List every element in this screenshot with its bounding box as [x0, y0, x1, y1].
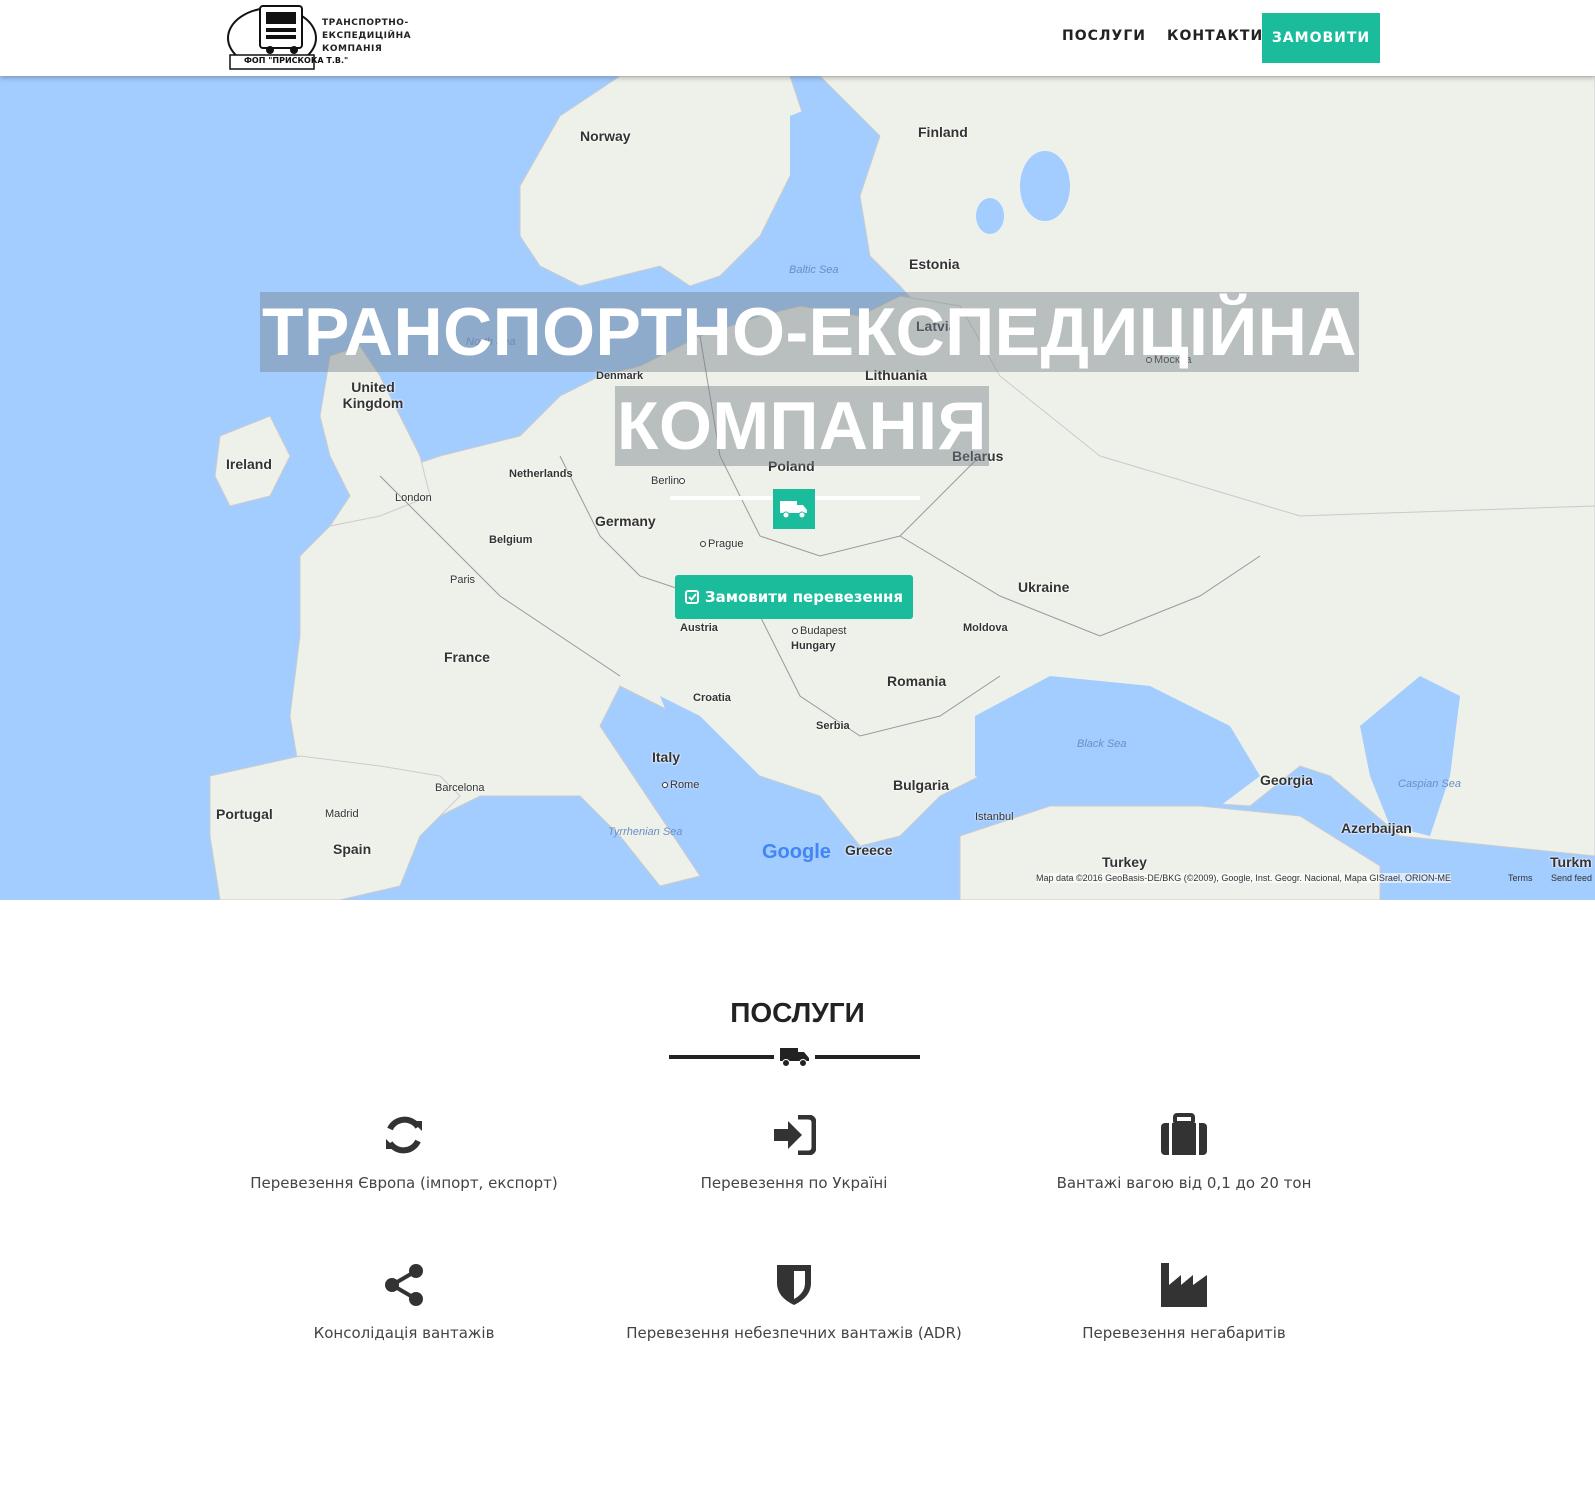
check-square-icon	[684, 590, 699, 604]
service-label: Перевезення негабаритів	[1082, 1324, 1286, 1342]
nav-link-contacts[interactable]: КОНТАКТИ	[1167, 28, 1263, 44]
services-divider-right	[815, 1055, 920, 1059]
truck-icon	[780, 1048, 809, 1067]
map-city-berlin: Berlin	[651, 475, 687, 487]
map-sea-caspian: Caspian Sea	[1398, 778, 1461, 790]
order-transport-button[interactable]: Замовити перевезення	[675, 575, 913, 619]
map-label-france: France	[444, 649, 490, 665]
map-label-bulgaria: Bulgaria	[893, 777, 950, 793]
city-dot-icon	[700, 541, 706, 548]
hero-truck-badge	[773, 489, 815, 529]
map-city-istanbul: Istanbul	[975, 811, 1014, 823]
map-label-uk: United Kingdom	[342, 379, 404, 411]
sign-in-icon	[584, 1110, 1004, 1160]
service-label: Перевезення небезпечних вантажів (ADR)	[626, 1324, 962, 1342]
nav-link-services[interactable]: ПОСЛУГИ	[1062, 28, 1146, 44]
logo-badge: ФОП "ПРИСКОКА Т.В."	[244, 56, 349, 65]
map-label-germany: Germany	[595, 513, 656, 529]
map-label-netherlands: Netherlands	[509, 468, 573, 480]
hero-map[interactable]: Norway Finland Estonia Latvia Lithuania …	[0, 76, 1595, 900]
services-title: ПОСЛУГИ	[730, 997, 865, 1028]
services-truck-icon	[780, 1046, 810, 1073]
logo-text: ТРАНСПОРТНО- ЕКСПЕДИЦІЙНА КОМПАНІЯ	[322, 18, 412, 54]
map-attribution: Map data ©2016 GeoBasis-DE/BKG (©2009), …	[1036, 873, 1451, 883]
nav-order-button[interactable]: ЗАМОВИТИ	[1262, 13, 1380, 63]
map-label-romania: Romania	[887, 673, 947, 689]
map-city-barcelona: Barcelona	[435, 782, 485, 794]
map-label-belgium: Belgium	[489, 534, 533, 546]
industry-icon	[974, 1260, 1394, 1310]
map-label-moldova: Moldova	[963, 622, 1008, 634]
map-terms-link[interactable]: Terms	[1508, 873, 1533, 883]
hero-divider-left	[670, 496, 773, 500]
service-label: Перевезення по Україні	[700, 1174, 888, 1192]
map-sea-baltic: Baltic Sea	[789, 264, 839, 276]
briefcase-icon	[974, 1110, 1394, 1160]
map-city-london: London	[395, 492, 432, 504]
map-sea-black: Black Sea	[1077, 738, 1127, 750]
map-label-hungary: Hungary	[791, 640, 836, 652]
service-item: Вантажі вагою від 0,1 до 20 тон	[974, 1110, 1394, 1192]
company-logo[interactable]: ФОП "ПРИСКОКА Т.В." ТРАНСПОРТНО- ЕКСПЕДИ…	[224, 2, 411, 72]
service-item: Перевезення по Україні	[584, 1110, 1004, 1192]
map-label-italy: Italy	[652, 749, 681, 765]
map-city-madrid: Madrid	[325, 808, 359, 820]
refresh-icon	[194, 1110, 614, 1160]
city-dot-icon	[679, 478, 686, 485]
map-label-spain: Spain	[333, 841, 372, 857]
map-label-azerbaijan: Azerbaijan	[1341, 820, 1412, 836]
europe-map	[0, 76, 1595, 900]
map-label-ireland: Ireland	[226, 456, 272, 472]
services-divider-left	[669, 1055, 774, 1059]
map-sea-tyrrhenian: Tyrrhenian Sea	[608, 826, 683, 838]
hero-divider-right	[815, 496, 920, 500]
map-label-norway: Norway	[580, 128, 631, 144]
map-city-budapest: Budapest	[792, 625, 846, 637]
service-label: Вантажі вагою від 0,1 до 20 тон	[1056, 1174, 1312, 1192]
service-label: Консолідація вантажів	[313, 1324, 495, 1342]
truck-icon	[780, 501, 807, 519]
map-label-turkm: Turkm	[1550, 854, 1592, 870]
google-logo[interactable]: Google	[762, 841, 831, 864]
map-city-paris: Paris	[450, 574, 476, 586]
hero-title-line2: КОМПАНІЯ	[615, 386, 989, 466]
map-city-prague: Prague	[700, 538, 743, 550]
service-label: Перевезення Європа (імпорт, експорт)	[250, 1174, 558, 1192]
map-label-estonia: Estonia	[909, 256, 960, 272]
share-icon	[194, 1260, 614, 1310]
city-dot-icon	[792, 628, 798, 635]
map-label-austria: Austria	[680, 622, 718, 634]
service-item: Перевезення небезпечних вантажів (ADR)	[584, 1260, 1004, 1342]
service-item: Перевезення Європа (імпорт, експорт)	[194, 1110, 614, 1192]
service-item: Перевезення негабаритів	[974, 1260, 1394, 1342]
map-label-greece: Greece	[845, 842, 893, 858]
navbar: ФОП "ПРИСКОКА Т.В." ТРАНСПОРТНО- ЕКСПЕДИ…	[0, 0, 1595, 76]
map-label-turkey: Turkey	[1102, 854, 1147, 870]
map-label-serbia: Serbia	[816, 720, 850, 732]
map-label-portugal: Portugal	[216, 806, 273, 822]
map-label-georgia: Georgia	[1260, 772, 1313, 788]
map-label-finland: Finland	[918, 124, 968, 140]
map-feedback-link[interactable]: Send feed	[1551, 873, 1592, 883]
map-city-rome: Rome	[662, 779, 699, 791]
service-item: Консолідація вантажів	[194, 1260, 614, 1342]
map-label-ukraine: Ukraine	[1018, 579, 1070, 595]
hero-title-line1: ТРАНСПОРТНО-ЕКСПЕДИЦІЙНА	[260, 292, 1359, 372]
map-label-croatia: Croatia	[693, 692, 731, 704]
shield-icon	[584, 1260, 1004, 1310]
city-dot-icon	[662, 782, 668, 789]
